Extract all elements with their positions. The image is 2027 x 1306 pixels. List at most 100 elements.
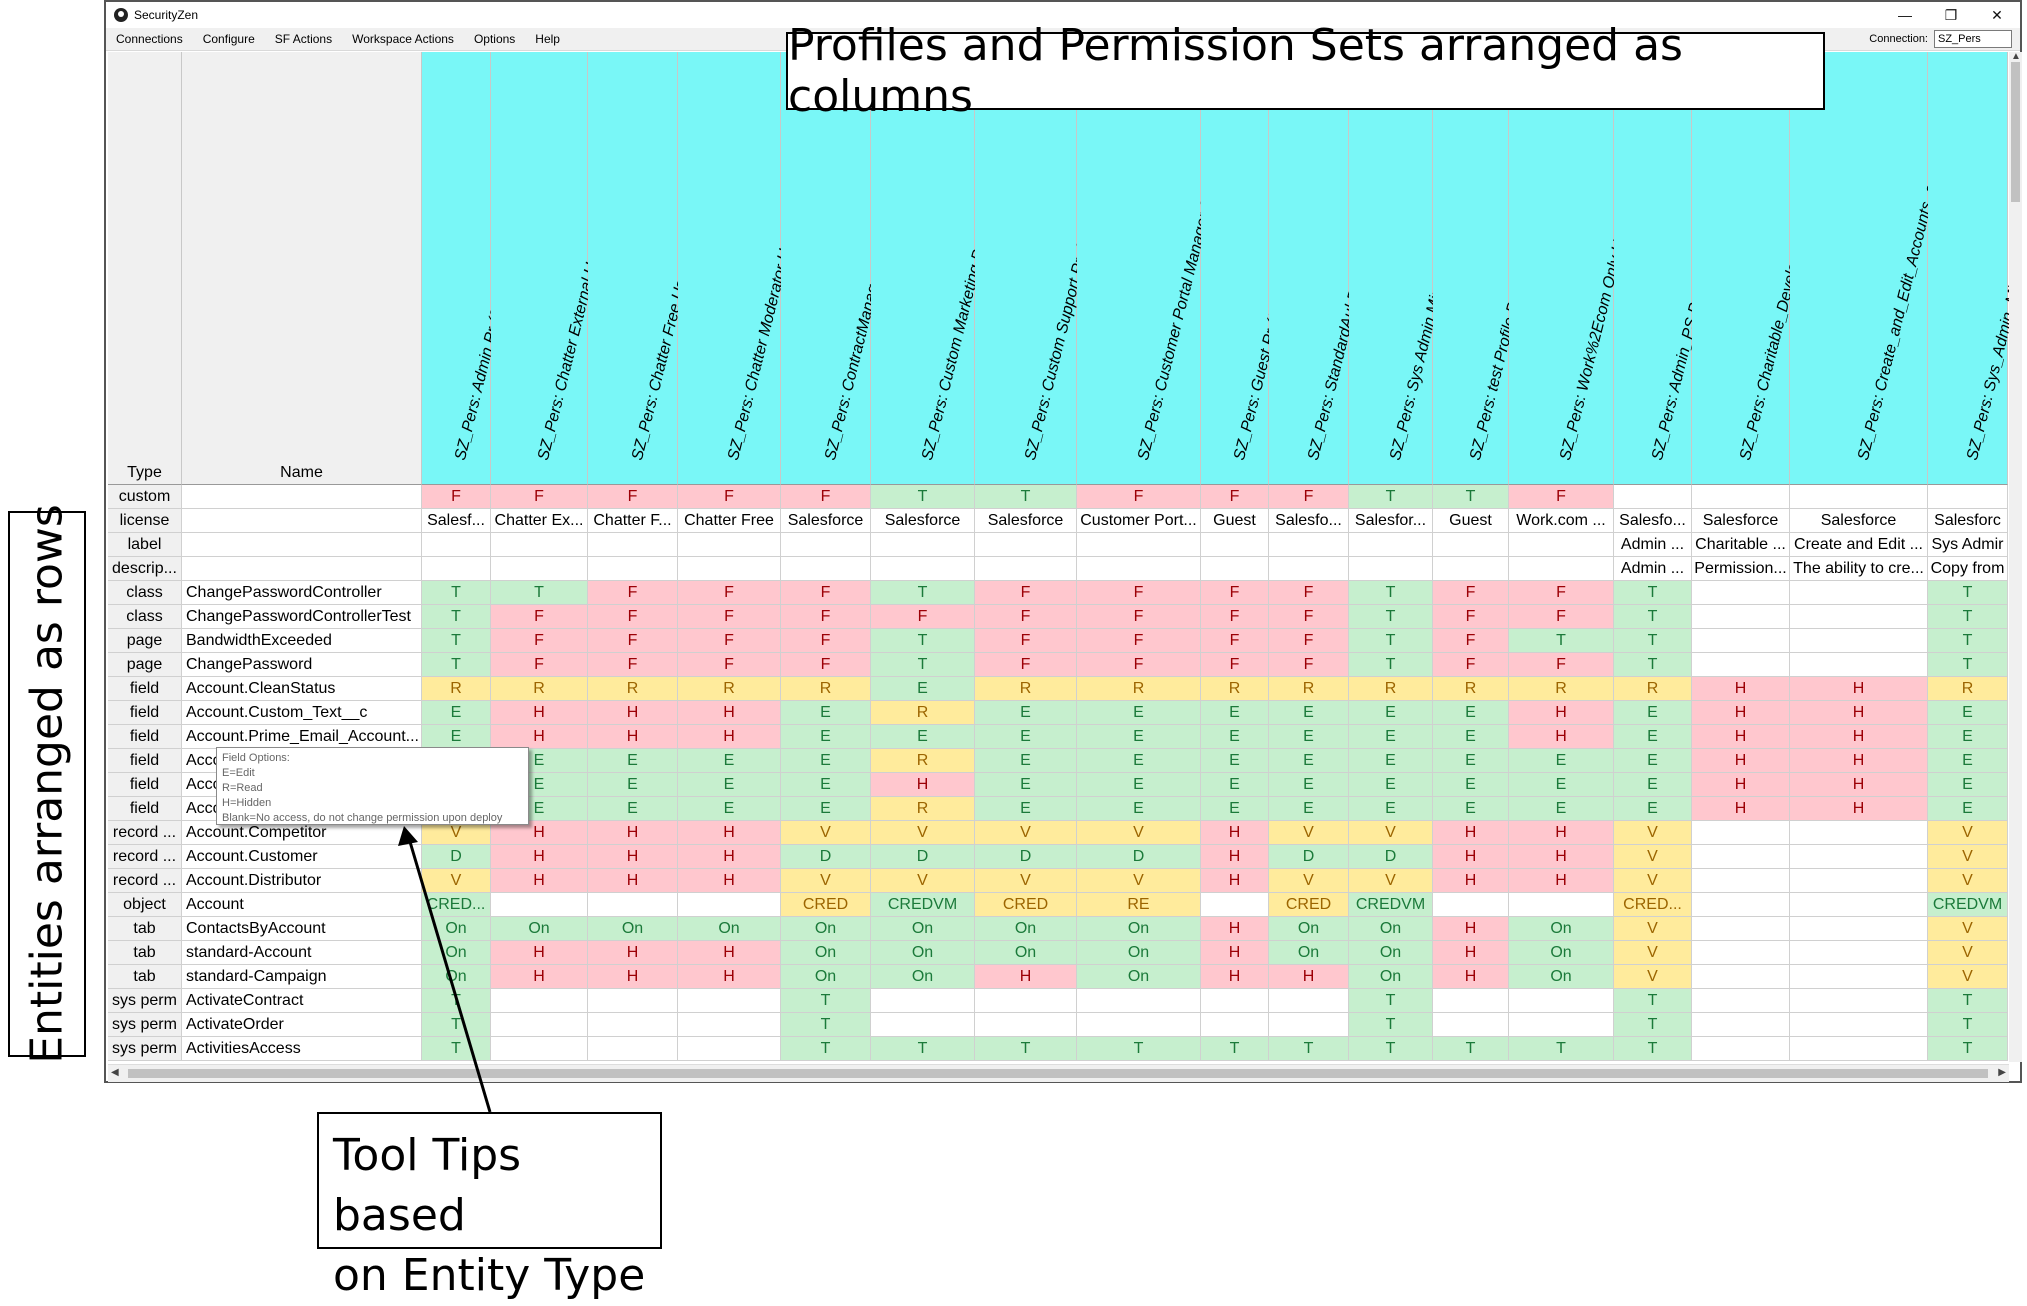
permission-cell[interactable]: Admin ... [1614,557,1692,581]
permission-cell[interactable] [871,1013,975,1037]
permission-cell[interactable] [1790,965,1928,989]
permission-cell[interactable]: T [1614,989,1692,1013]
permission-cell[interactable]: T [1509,1037,1614,1061]
permission-cell[interactable]: On [871,965,975,989]
scroll-up-icon[interactable]: ▲ [2011,51,2021,62]
menu-workspace-actions[interactable]: Workspace Actions [342,32,464,46]
permission-cell[interactable]: V [1349,869,1433,893]
permission-cell[interactable]: E [975,797,1077,821]
permission-cell[interactable]: V [1928,965,2008,989]
permission-cell[interactable]: F [975,581,1077,605]
permission-cell[interactable]: E [975,725,1077,749]
permission-cell[interactable]: On [1509,965,1614,989]
connection-select[interactable]: SZ_Pers [1934,30,2012,48]
permission-cell[interactable]: V [1269,821,1349,845]
permission-cell[interactable] [1692,869,1790,893]
permission-cell[interactable]: H [1433,821,1509,845]
permission-cell[interactable]: Salesforce [1692,509,1790,533]
permission-cell[interactable]: F [422,485,491,509]
permission-cell[interactable] [781,533,871,557]
permission-cell[interactable]: Salesfor... [1349,509,1433,533]
permission-cell[interactable]: H [491,845,588,869]
permission-cell[interactable] [1692,821,1790,845]
permission-cell[interactable]: E [1349,773,1433,797]
permission-cell[interactable]: CRED [975,893,1077,917]
permission-cell[interactable]: T [1614,1013,1692,1037]
permission-cell[interactable]: On [871,941,975,965]
permission-cell[interactable]: F [1269,485,1349,509]
profile-column-header[interactable]: SZ_Pers: Chatter Moderator User.Pr (0) [678,52,810,485]
permission-cell[interactable]: R [1201,677,1269,701]
permission-cell[interactable] [1201,533,1269,557]
permission-cell[interactable]: V [1349,821,1433,845]
permission-cell[interactable]: Salesforc [1928,509,2008,533]
permission-cell[interactable]: E [1433,701,1509,725]
permission-cell[interactable]: H [1790,677,1928,701]
permission-cell[interactable]: T [1349,485,1433,509]
permission-cell[interactable]: Chatter Ex... [491,509,588,533]
permission-cell[interactable]: E [678,797,781,821]
permission-cell[interactable]: Chatter F... [588,509,678,533]
permission-cell[interactable]: On [678,917,781,941]
permission-cell[interactable]: E [871,725,975,749]
permission-cell[interactable] [975,989,1077,1013]
permission-cell[interactable]: F [588,605,678,629]
permission-cell[interactable]: E [781,773,871,797]
permission-cell[interactable]: T [1928,581,2008,605]
permission-cell[interactable]: On [1077,917,1201,941]
permission-cell[interactable]: T [422,653,491,677]
permission-cell[interactable]: H [975,965,1077,989]
permission-cell[interactable]: F [1077,581,1201,605]
permission-cell[interactable]: T [1614,1037,1692,1061]
permission-cell[interactable]: E [1433,797,1509,821]
permission-cell[interactable]: H [588,845,678,869]
permission-cell[interactable] [871,989,975,1013]
permission-cell[interactable]: T [422,629,491,653]
permission-cell[interactable]: CRED [1269,893,1349,917]
permission-cell[interactable]: R [1269,677,1349,701]
permission-cell[interactable] [678,557,781,581]
permission-cell[interactable] [1692,917,1790,941]
permission-cell[interactable]: E [1928,773,2008,797]
permission-cell[interactable]: R [422,677,491,701]
permission-cell[interactable]: On [1349,917,1433,941]
permission-cell[interactable]: On [1349,941,1433,965]
permission-cell[interactable]: F [491,629,588,653]
permission-cell[interactable] [678,989,781,1013]
permission-cell[interactable]: H [1201,941,1269,965]
menu-configure[interactable]: Configure [193,32,265,46]
permission-cell[interactable]: F [1509,581,1614,605]
permission-cell[interactable] [1790,845,1928,869]
permission-cell[interactable]: E [1928,749,2008,773]
profile-column-header[interactable]: SZ_Pers: Chatter External User.Pr (0) [491,52,617,485]
permission-cell[interactable]: H [678,821,781,845]
scroll-left-icon[interactable]: ◀ [111,1067,119,1078]
permission-cell[interactable]: CREDVM [871,893,975,917]
permission-cell[interactable]: V [1614,965,1692,989]
permission-cell[interactable]: CREDVM [1349,893,1433,917]
permission-cell[interactable]: F [491,485,588,509]
permission-cell[interactable]: F [1077,629,1201,653]
permission-cell[interactable]: E [1928,701,2008,725]
permission-cell[interactable] [1790,605,1928,629]
permission-cell[interactable] [588,1013,678,1037]
permission-cell[interactable] [1790,941,1928,965]
permission-cell[interactable]: E [781,797,871,821]
permission-cell[interactable]: E [1269,773,1349,797]
permission-cell[interactable]: H [588,701,678,725]
permission-cell[interactable] [1509,533,1614,557]
permission-cell[interactable]: Salesforce [781,509,871,533]
permission-cell[interactable]: E [1349,749,1433,773]
permission-cell[interactable] [678,1013,781,1037]
permission-cell[interactable]: H [1790,797,1928,821]
menu-options[interactable]: Options [464,32,525,46]
permission-cell[interactable]: H [1692,725,1790,749]
permission-cell[interactable]: E [422,725,491,749]
permission-cell[interactable]: On [781,965,871,989]
permission-cell[interactable]: H [1790,749,1928,773]
permission-cell[interactable]: F [1201,605,1269,629]
permission-cell[interactable] [491,1013,588,1037]
permission-cell[interactable]: E [1433,773,1509,797]
permission-cell[interactable]: F [1433,581,1509,605]
permission-cell[interactable]: V [1614,821,1692,845]
